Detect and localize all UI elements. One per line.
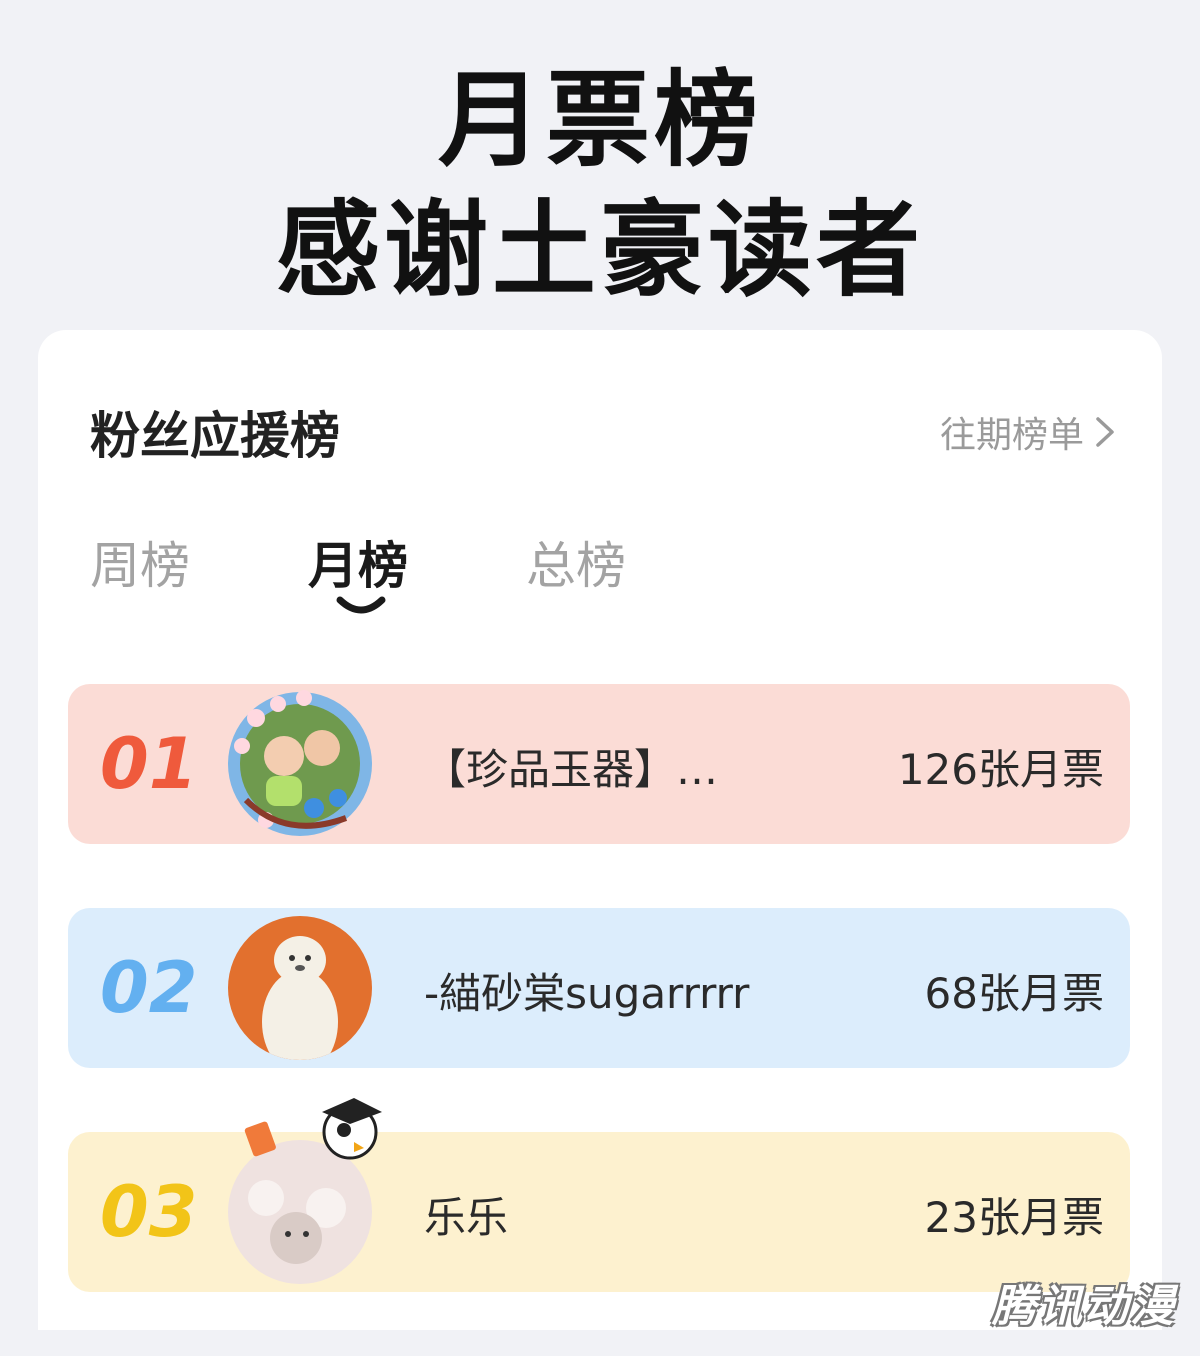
smile-underline-icon (336, 596, 386, 614)
avatar-image (228, 1098, 382, 1284)
username[interactable]: -緢砂棠sugarrrrr (424, 960, 749, 1021)
rank-row-2[interactable]: 02 -緢砂棠sugarrrrr 68张月票 (68, 908, 1130, 1068)
tab-total[interactable]: 总榜 (526, 526, 626, 598)
headline-title: 月票榜 (437, 59, 762, 181)
username[interactable]: 【珍品玉器】… (424, 736, 718, 797)
rank-number: 02 (100, 947, 198, 1029)
rank-number: 01 (100, 723, 198, 805)
avatar[interactable] (226, 1098, 382, 1286)
card-title: 粉丝应援榜 (90, 407, 340, 465)
vote-count: 126张月票 (897, 745, 1104, 794)
vote-count: 23张月票 (924, 1193, 1104, 1242)
headline-subtitle: 感谢土豪读者 (275, 189, 924, 311)
rank-number: 03 (100, 1171, 198, 1253)
history-rankings-label: 往期榜单 (939, 415, 1084, 456)
watermark-logo: 腾讯动漫 (992, 1281, 1176, 1332)
avatar[interactable] (226, 690, 374, 838)
username[interactable]: 乐乐 (424, 1184, 508, 1245)
avatar[interactable] (226, 914, 374, 1062)
vote-count: 68张月票 (924, 969, 1104, 1018)
tab-monthly[interactable]: 月榜 (308, 526, 408, 598)
fan-support-card: 粉丝应援榜 往期榜单 周榜 月榜 总榜 01 【珍品玉器】… 126张月票 02… (38, 330, 1162, 1330)
avatar-image (228, 690, 372, 836)
chevron-right-icon (1096, 417, 1114, 447)
history-rankings-link[interactable]: 往期榜单 (940, 406, 1116, 458)
avatar-image (228, 916, 372, 1060)
tab-weekly[interactable]: 周榜 (90, 526, 190, 598)
rank-row-1[interactable]: 01 【珍品玉器】… 126张月票 (68, 684, 1130, 844)
rank-row-3[interactable]: 03 乐乐 23张月票 (68, 1098, 1130, 1292)
